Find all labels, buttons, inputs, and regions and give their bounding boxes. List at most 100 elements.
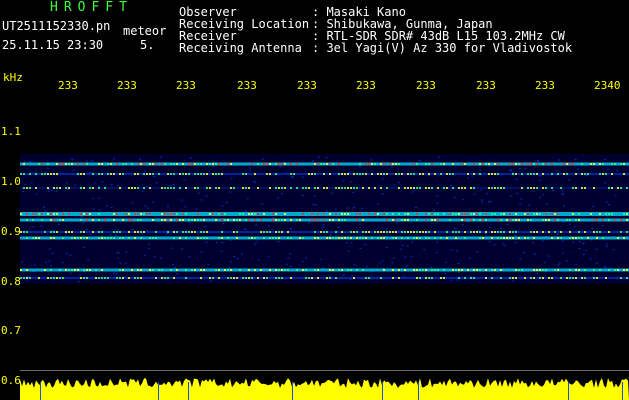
noise-speck: [507, 252, 510, 253]
band-pixel: [122, 163, 124, 165]
band-pixel: [590, 213, 592, 215]
band-pixel: [503, 237, 505, 239]
band-pixel: [230, 269, 232, 271]
noise-speck: [489, 200, 492, 202]
band-pixel: [371, 237, 373, 239]
band-pixel: [131, 219, 133, 221]
noise-speck: [434, 227, 436, 229]
band-pixel: [344, 237, 346, 239]
band-pixel: [260, 219, 262, 221]
band-pixel: [356, 231, 358, 233]
noise-speck: [47, 190, 50, 192]
band-pixel: [233, 187, 235, 189]
band-pixel: [50, 231, 52, 233]
band-pixel: [404, 231, 406, 233]
band-pixel: [404, 219, 406, 221]
band-pixel: [473, 163, 475, 165]
band-pixel: [266, 173, 268, 175]
file-name: UT2511152330.pn: [2, 19, 111, 33]
band-pixel: [380, 237, 382, 239]
band-pixel: [596, 231, 598, 233]
noise-speck: [270, 166, 273, 167]
band-pixel: [80, 219, 82, 221]
band-pixel: [458, 187, 460, 189]
band-pixel: [434, 219, 436, 221]
band-pixel: [572, 163, 574, 165]
noise-speck: [212, 160, 215, 162]
noise-speck: [560, 226, 563, 228]
band-pixel: [71, 163, 73, 165]
band-pixel: [461, 269, 463, 271]
noise-speck: [400, 248, 402, 250]
band-pixel: [164, 187, 166, 189]
band-pixel: [44, 231, 46, 233]
noise-speck: [576, 168, 579, 170]
noise-speck: [463, 280, 466, 282]
band-pixel: [290, 173, 292, 175]
band-pixel: [290, 237, 292, 239]
band-pixel: [398, 213, 400, 215]
band-pixel: [521, 173, 523, 175]
noise-speck: [289, 228, 292, 229]
noise-speck: [625, 165, 628, 167]
band-pixel: [596, 277, 598, 279]
band-pixel: [158, 269, 160, 271]
band-pixel: [530, 163, 532, 165]
band-pixel: [149, 269, 151, 271]
band-pixel: [134, 187, 136, 189]
noise-speck: [89, 172, 92, 174]
band-pixel: [308, 277, 310, 279]
band-pixel: [107, 173, 109, 175]
noise-speck: [451, 255, 454, 257]
band-pixel: [119, 269, 121, 271]
noise-speck: [320, 272, 323, 273]
band-pixel: [503, 231, 505, 233]
band-pixel: [359, 163, 361, 165]
band-pixel: [251, 213, 253, 215]
band-pixel: [182, 213, 184, 215]
band-pixel: [215, 187, 217, 189]
band-pixel: [431, 163, 433, 165]
noise-speck: [616, 166, 619, 168]
noise-speck: [21, 205, 24, 207]
noise-speck: [77, 281, 80, 282]
band-pixel: [515, 173, 517, 175]
band-pixel: [326, 231, 328, 233]
noise-speck: [302, 195, 305, 196]
band-pixel: [41, 219, 43, 221]
band-pixel: [380, 231, 382, 233]
band-pixel: [446, 237, 448, 239]
noise-speck: [512, 280, 515, 282]
band-pixel: [560, 237, 562, 239]
noise-speck: [201, 256, 204, 258]
band-pixel: [215, 269, 217, 271]
noise-speck: [433, 209, 435, 211]
band-pixel: [512, 231, 514, 233]
band-pixel: [113, 173, 115, 175]
band-pixel: [374, 187, 376, 189]
band-pixel: [173, 163, 175, 165]
band-pixel: [245, 187, 247, 189]
band-pixel: [593, 219, 595, 221]
band-pixel: [155, 163, 157, 165]
band-pixel: [284, 213, 286, 215]
noise-speck: [205, 242, 208, 243]
band-pixel: [179, 187, 181, 189]
band-pixel: [56, 173, 58, 175]
band-pixel: [299, 237, 301, 239]
noise-speck: [618, 258, 621, 260]
band-pixel: [626, 277, 628, 279]
band-pixel: [320, 163, 322, 165]
noise-speck: [508, 177, 511, 179]
noise-speck: [616, 245, 619, 247]
band-pixel: [395, 237, 397, 239]
band-pixel: [314, 187, 316, 189]
noise-speck: [539, 179, 542, 181]
band-pixel: [227, 219, 229, 221]
band-pixel: [419, 231, 421, 233]
band-pixel: [455, 231, 457, 233]
band-pixel: [248, 187, 250, 189]
band-pixel: [194, 163, 196, 165]
band-pixel: [143, 187, 145, 189]
noise-speck: [57, 223, 60, 225]
